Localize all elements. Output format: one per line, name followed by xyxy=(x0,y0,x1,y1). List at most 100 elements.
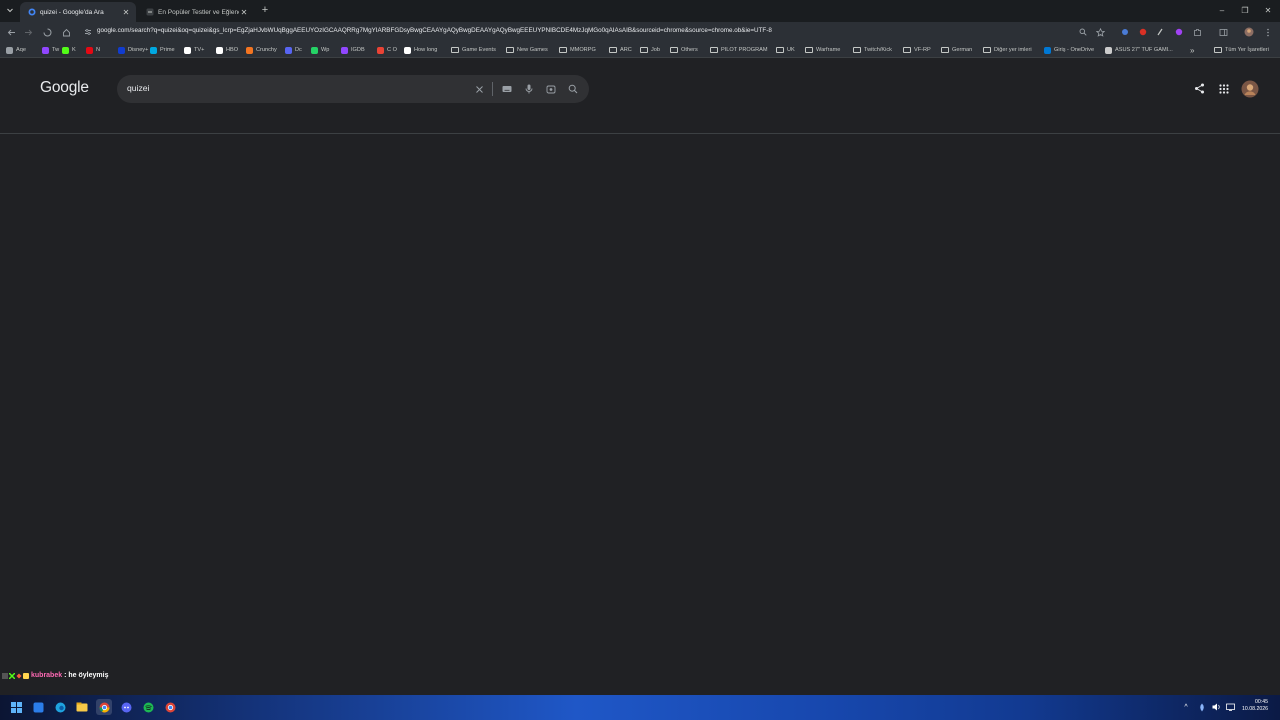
discord-icon[interactable] xyxy=(118,699,134,715)
bookmark-item[interactable]: Diğer yer imleri xyxy=(983,45,1032,55)
bookmark-item[interactable]: Prime xyxy=(150,45,175,55)
system-clock[interactable]: 00:45 10.08.2026 xyxy=(1242,699,1268,713)
bookmark-item[interactable]: Aqe xyxy=(6,45,26,55)
bookmark-label: Tw xyxy=(52,47,60,53)
bookmark-favicon-icon xyxy=(246,46,253,54)
forward-icon[interactable] xyxy=(21,25,35,39)
bookmark-item[interactable]: C O xyxy=(377,45,397,55)
network-icon[interactable] xyxy=(1222,699,1238,715)
windows-taskbar: ^ 00:45 10.08.2026 xyxy=(0,695,1280,720)
bookmark-item[interactable]: IGDB xyxy=(341,45,365,55)
google-logo[interactable]: Google xyxy=(40,79,89,97)
google-search-header: Google quizei xyxy=(0,59,1280,134)
bookmark-label: Warframe xyxy=(816,47,841,53)
bookmark-label: C O xyxy=(387,47,397,53)
zoom-icon[interactable] xyxy=(1076,25,1090,39)
bookmark-favicon-icon xyxy=(86,46,93,54)
bookmark-item[interactable]: UK xyxy=(776,45,795,55)
search-icon[interactable] xyxy=(566,82,580,96)
bookmark-item[interactable]: Dc xyxy=(285,45,302,55)
loading-spinner-icon[interactable] xyxy=(40,25,54,39)
windows-start-icon[interactable] xyxy=(8,699,24,715)
new-tab-icon[interactable]: + xyxy=(258,3,272,17)
profile-avatar[interactable] xyxy=(1242,25,1256,39)
bookmark-label: Job xyxy=(651,47,661,53)
tab-search-chevron-icon[interactable] xyxy=(3,3,17,17)
bookmark-item[interactable]: Others xyxy=(670,45,698,55)
extension-3-icon[interactable] xyxy=(1153,25,1167,39)
folder-icon xyxy=(640,47,648,53)
bookmark-item[interactable]: How long xyxy=(404,45,437,55)
image-search-icon[interactable] xyxy=(544,82,558,96)
chat-username: kubrabek xyxy=(31,672,63,679)
keyboard-icon[interactable] xyxy=(500,82,514,96)
folder-icon xyxy=(1214,47,1222,53)
clock-time: 00:45 xyxy=(1255,699,1268,705)
bookmark-label: ARC xyxy=(620,47,632,53)
bookmark-item[interactable]: Crunchy xyxy=(246,45,277,55)
back-icon[interactable] xyxy=(4,25,18,39)
bookmark-favicon-icon xyxy=(150,46,157,54)
restore-button[interactable]: ❐ xyxy=(1233,0,1257,20)
close-window-button[interactable]: ✕ xyxy=(1256,0,1280,20)
clear-search-icon[interactable] xyxy=(472,82,486,96)
bookmark-item[interactable]: MMORPG xyxy=(559,45,596,55)
bookmark-item[interactable]: New Games xyxy=(506,45,548,55)
edge-like-app-icon[interactable] xyxy=(30,699,46,715)
bookmark-item[interactable]: Game Events xyxy=(451,45,496,55)
all-bookmarks-folder[interactable]: Tüm Yer İşaretleri xyxy=(1214,45,1269,55)
spotify-icon[interactable] xyxy=(140,699,156,715)
bookmark-favicon-icon xyxy=(184,46,191,54)
bookmarks-overflow-icon[interactable]: » xyxy=(1190,45,1194,55)
chrome-alt-icon[interactable] xyxy=(162,699,178,715)
bookmark-item[interactable]: Job xyxy=(640,45,660,55)
file-explorer-icon[interactable] xyxy=(74,699,90,715)
bookmark-star-icon[interactable] xyxy=(1093,25,1107,39)
bookmark-item[interactable]: Wp xyxy=(311,45,329,55)
bookmark-item[interactable]: Tw xyxy=(42,45,59,55)
bookmark-item[interactable]: German xyxy=(941,45,972,55)
menu-kebab-icon[interactable] xyxy=(1261,25,1275,39)
search-box[interactable]: quizei xyxy=(117,75,589,103)
extension-2-icon[interactable] xyxy=(1136,25,1150,39)
bookmark-label: Game Events xyxy=(462,47,496,53)
extension-1-icon[interactable] xyxy=(1118,25,1132,39)
bookmark-item[interactable]: ASUS 27" TUF GAMI... xyxy=(1105,45,1173,55)
extensions-puzzle-icon[interactable] xyxy=(1190,25,1204,39)
bookmark-label: MMORPG xyxy=(570,47,596,53)
folder-icon xyxy=(506,47,514,53)
account-avatar[interactable] xyxy=(1241,80,1259,98)
bookmark-favicon-icon xyxy=(1044,46,1051,54)
tab-google-search[interactable]: quizei - Google'da Ara ✕ xyxy=(20,2,136,22)
bookmark-item[interactable]: Disney+ xyxy=(118,45,148,55)
address-bar[interactable]: google.com/search?q=quizei&oq=quizei&gs_… xyxy=(80,24,1110,40)
edge-browser-icon[interactable] xyxy=(52,699,68,715)
voice-search-icon[interactable] xyxy=(522,82,536,96)
bookmark-item[interactable]: HBO xyxy=(216,45,238,55)
bookmark-item[interactable]: Giriş - OneDrive xyxy=(1044,45,1094,55)
bookmark-item[interactable]: VF-RP xyxy=(903,45,931,55)
bookmark-label: IGDB xyxy=(351,47,365,53)
minimize-button[interactable]: – xyxy=(1210,0,1234,20)
bookmark-item[interactable]: Warframe xyxy=(805,45,840,55)
bookmark-label: New Games xyxy=(517,47,548,53)
tray-chevron-up-icon[interactable]: ^ xyxy=(1178,699,1194,715)
tab-close-icon[interactable]: ✕ xyxy=(239,7,249,17)
share-icon[interactable] xyxy=(1194,83,1205,94)
tab-close-icon[interactable]: ✕ xyxy=(121,7,131,17)
bookmark-item[interactable]: ARC xyxy=(609,45,632,55)
home-icon[interactable] xyxy=(59,25,73,39)
apps-grid-icon[interactable] xyxy=(1219,84,1229,94)
bookmark-item[interactable]: Twitch/Kick xyxy=(853,45,892,55)
tab-quiz-site[interactable]: En Popüler Testler ve Eğlenceli ✕ xyxy=(138,2,254,22)
bookmark-item[interactable]: TV+ xyxy=(184,45,204,55)
bookmark-item[interactable]: K xyxy=(62,45,76,55)
bookmark-favicon-icon xyxy=(118,46,125,54)
side-panel-icon[interactable] xyxy=(1216,25,1230,39)
site-info-icon[interactable] xyxy=(84,28,92,36)
search-input[interactable]: quizei xyxy=(127,83,149,93)
extension-4-icon[interactable] xyxy=(1172,25,1186,39)
bookmark-item[interactable]: PILOT PROGRAM xyxy=(710,45,768,55)
chrome-icon[interactable] xyxy=(96,699,112,715)
bookmark-item[interactable]: N xyxy=(86,45,100,55)
